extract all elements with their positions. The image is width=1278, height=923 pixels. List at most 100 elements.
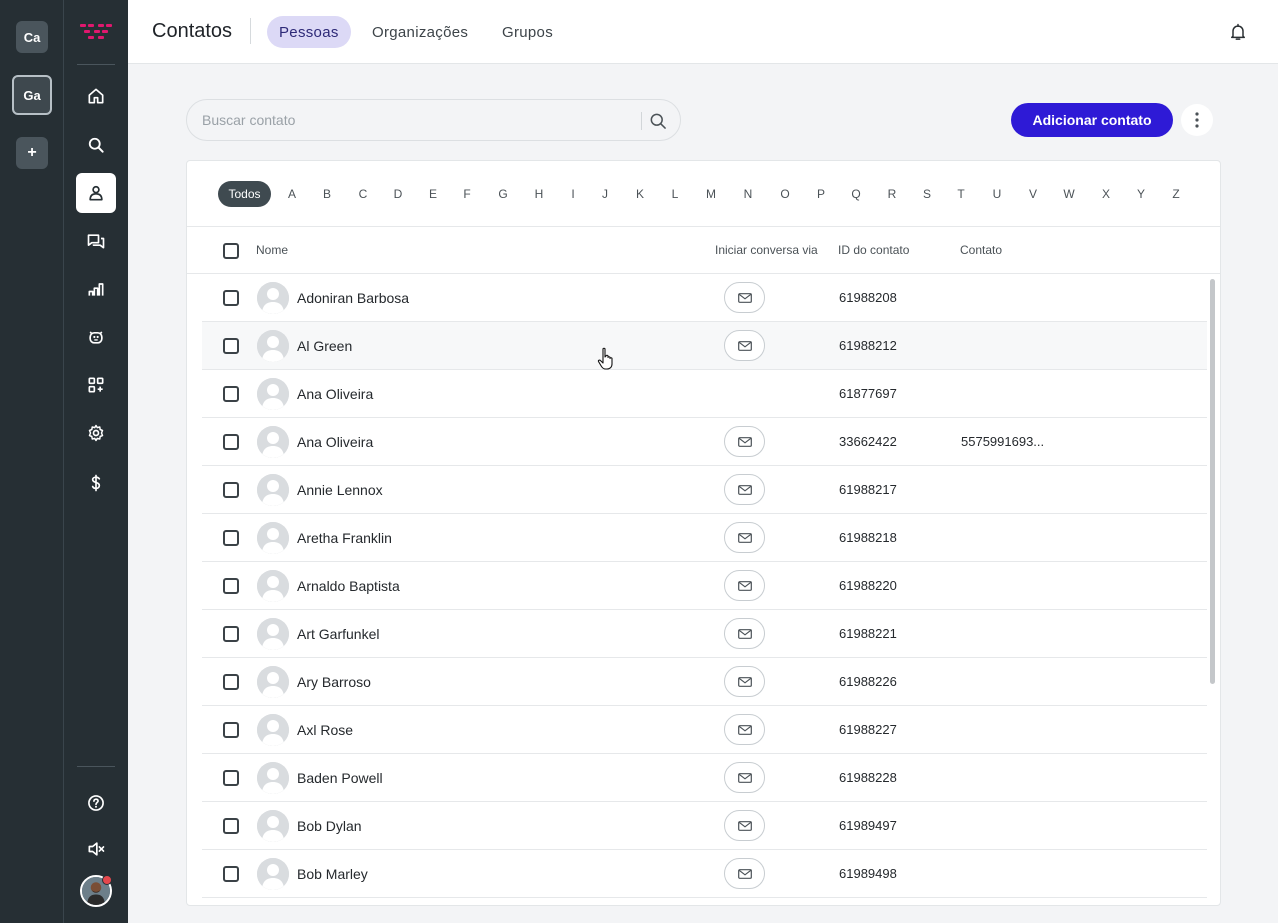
row-checkbox[interactable]	[223, 530, 239, 546]
search-icon[interactable]	[648, 111, 668, 131]
nav-billing[interactable]	[76, 463, 116, 503]
contact-name[interactable]: Annie Lennox	[297, 482, 383, 498]
row-checkbox[interactable]	[223, 386, 239, 402]
start-email-button[interactable]	[724, 570, 765, 601]
contact-name[interactable]: Art Garfunkel	[297, 626, 379, 642]
alphabet-filter-n[interactable]: N	[738, 181, 758, 207]
alphabet-filter-r[interactable]: R	[882, 181, 902, 207]
alphabet-filter-b[interactable]: B	[317, 181, 337, 207]
row-checkbox[interactable]	[223, 626, 239, 642]
contact-name[interactable]: Axl Rose	[297, 722, 353, 738]
start-email-button[interactable]	[724, 282, 765, 313]
alphabet-filter-todos[interactable]: Todos	[218, 181, 271, 207]
add-workspace-button[interactable]: +	[16, 137, 48, 169]
contact-name[interactable]: Al Green	[297, 338, 352, 354]
search-input[interactable]	[202, 100, 622, 140]
alphabet-filter-o[interactable]: O	[775, 181, 795, 207]
column-name[interactable]: Nome	[256, 243, 288, 257]
more-options-button[interactable]	[1181, 104, 1213, 136]
nav-settings[interactable]	[76, 413, 116, 453]
alphabet-filter-k[interactable]: K	[630, 181, 650, 207]
alphabet-filter-j[interactable]: J	[595, 181, 615, 207]
alphabet-filter-x[interactable]: X	[1096, 181, 1116, 207]
start-email-button[interactable]	[724, 618, 765, 649]
table-row[interactable]: Bob Marley 61989498	[202, 850, 1207, 898]
alphabet-filter-z[interactable]: Z	[1166, 181, 1186, 207]
alphabet-filter-u[interactable]: U	[987, 181, 1007, 207]
row-checkbox[interactable]	[223, 674, 239, 690]
column-id[interactable]: ID do contato	[838, 243, 909, 257]
alphabet-filter-v[interactable]: V	[1023, 181, 1043, 207]
contact-name[interactable]: Baden Powell	[297, 770, 383, 786]
nav-bots[interactable]	[76, 317, 116, 357]
start-email-button[interactable]	[724, 666, 765, 697]
nav-help[interactable]	[76, 783, 116, 823]
add-contact-button[interactable]: Adicionar contato	[1011, 103, 1173, 137]
table-row[interactable]: Arnaldo Baptista 61988220	[202, 562, 1207, 610]
table-row[interactable]: Art Garfunkel 61988221	[202, 610, 1207, 658]
alphabet-filter-l[interactable]: L	[665, 181, 685, 207]
nav-apps[interactable]	[76, 365, 116, 405]
nav-chats[interactable]	[76, 221, 116, 261]
alphabet-filter-q[interactable]: Q	[846, 181, 866, 207]
contact-name[interactable]: Bob Dylan	[297, 818, 362, 834]
row-checkbox[interactable]	[223, 338, 239, 354]
nav-reports[interactable]	[76, 269, 116, 309]
alphabet-filter-p[interactable]: P	[811, 181, 831, 207]
tab-organizacoes[interactable]: Organizações	[360, 16, 480, 48]
contact-name[interactable]: Bob Marley	[297, 866, 368, 882]
alphabet-filter-d[interactable]: D	[388, 181, 408, 207]
contact-name[interactable]: Aretha Franklin	[297, 530, 392, 546]
start-email-button[interactable]	[724, 714, 765, 745]
table-row[interactable]: Ary Barroso 61988226	[202, 658, 1207, 706]
table-row[interactable]: Adoniran Barbosa 61988208	[202, 274, 1207, 322]
alphabet-filter-t[interactable]: T	[951, 181, 971, 207]
nav-home[interactable]	[76, 76, 116, 116]
table-row[interactable]: Al Green 61988212	[202, 322, 1207, 370]
alphabet-filter-i[interactable]: I	[563, 181, 583, 207]
row-checkbox[interactable]	[223, 578, 239, 594]
row-checkbox[interactable]	[223, 770, 239, 786]
select-all-checkbox[interactable]	[223, 243, 239, 259]
start-email-button[interactable]	[724, 522, 765, 553]
start-email-button[interactable]	[724, 810, 765, 841]
table-row[interactable]: Aretha Franklin 61988218	[202, 514, 1207, 562]
start-email-button[interactable]	[724, 474, 765, 505]
start-email-button[interactable]	[724, 330, 765, 361]
nav-sound[interactable]	[76, 829, 116, 869]
row-checkbox[interactable]	[223, 482, 239, 498]
row-checkbox[interactable]	[223, 290, 239, 306]
contact-name[interactable]: Ana Oliveira	[297, 386, 373, 402]
scrollbar-thumb[interactable]	[1210, 279, 1215, 684]
contact-name[interactable]: Adoniran Barbosa	[297, 290, 409, 306]
nav-contacts[interactable]	[76, 173, 116, 213]
workspace-ca[interactable]: Ca	[16, 21, 48, 53]
workspace-ga[interactable]: Ga	[12, 75, 52, 115]
alphabet-filter-a[interactable]: A	[282, 181, 302, 207]
row-checkbox[interactable]	[223, 866, 239, 882]
start-email-button[interactable]	[724, 858, 765, 889]
row-checkbox[interactable]	[223, 722, 239, 738]
contact-name[interactable]: Arnaldo Baptista	[297, 578, 400, 594]
alphabet-filter-m[interactable]: M	[701, 181, 721, 207]
alphabet-filter-s[interactable]: S	[917, 181, 937, 207]
alphabet-filter-w[interactable]: W	[1059, 181, 1079, 207]
table-row[interactable]: Ana Oliveira 61877697	[202, 370, 1207, 418]
tab-grupos[interactable]: Grupos	[490, 16, 565, 48]
alphabet-filter-h[interactable]: H	[529, 181, 549, 207]
tab-pessoas[interactable]: Pessoas	[267, 16, 351, 48]
alphabet-filter-c[interactable]: C	[353, 181, 373, 207]
alphabet-filter-y[interactable]: Y	[1131, 181, 1151, 207]
table-row[interactable]: Annie Lennox 61988217	[202, 466, 1207, 514]
table-row[interactable]: Bob Dylan 61989497	[202, 802, 1207, 850]
alphabet-filter-e[interactable]: E	[423, 181, 443, 207]
notifications-bell-icon[interactable]	[1228, 22, 1248, 42]
nav-search[interactable]	[76, 125, 116, 165]
table-row[interactable]: Ana Oliveira 33662422 5575991693...	[202, 418, 1207, 466]
start-email-button[interactable]	[724, 762, 765, 793]
row-checkbox[interactable]	[223, 434, 239, 450]
contact-name[interactable]: Ary Barroso	[297, 674, 371, 690]
alphabet-filter-g[interactable]: G	[493, 181, 513, 207]
table-row[interactable]: Axl Rose 61988227	[202, 706, 1207, 754]
row-checkbox[interactable]	[223, 818, 239, 834]
